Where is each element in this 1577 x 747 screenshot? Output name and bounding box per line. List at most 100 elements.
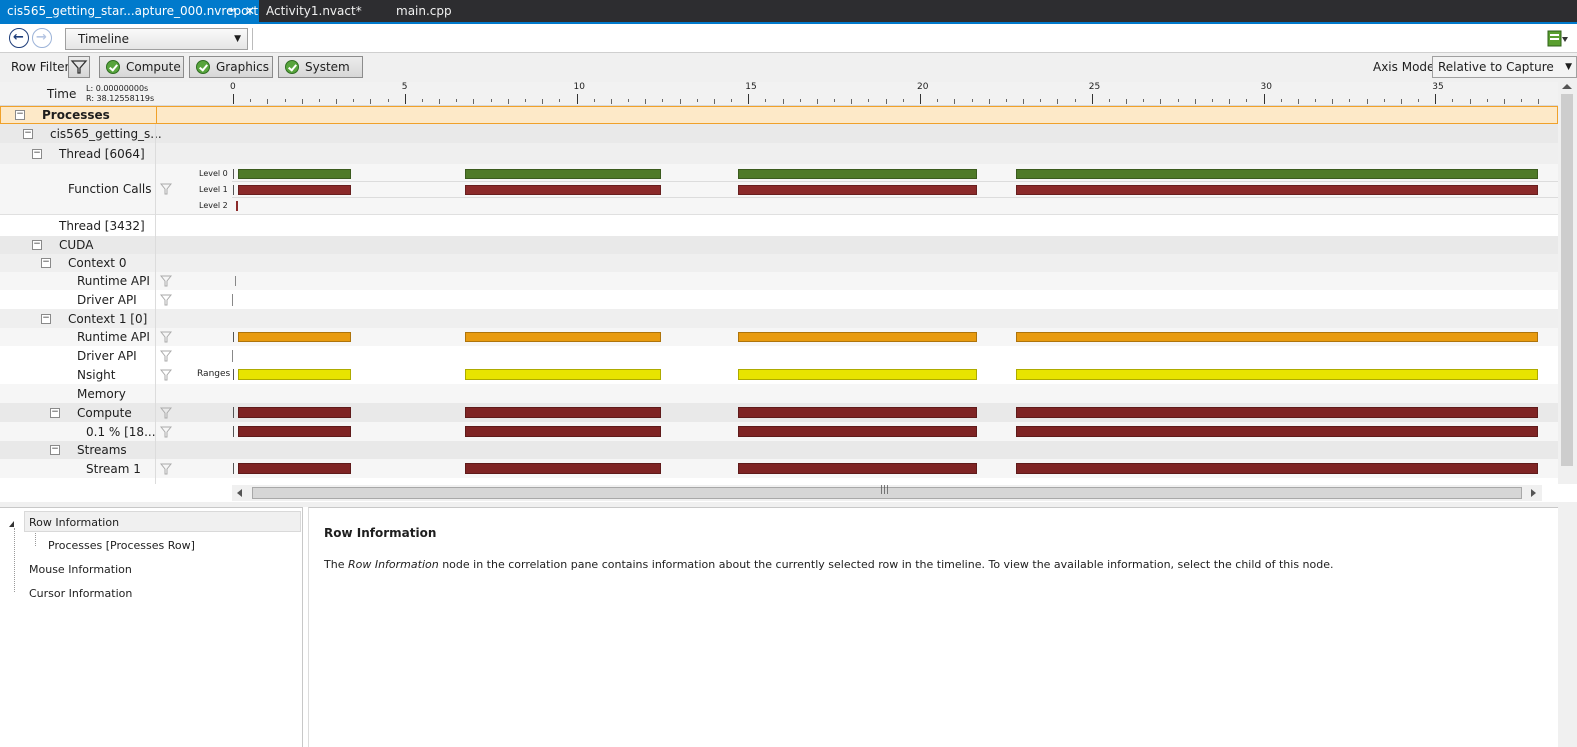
- tab-activity1[interactable]: Activity1.nvact*: [259, 0, 389, 22]
- nsight-bar[interactable]: [737, 369, 977, 380]
- tree-item-cursor-information[interactable]: Cursor Information: [29, 587, 132, 600]
- nsight-bar[interactable]: [238, 369, 352, 380]
- view-select[interactable]: Timeline ▼: [65, 28, 248, 50]
- horizontal-scrollbar[interactable]: |||: [232, 485, 1542, 501]
- ruler-minor-tick: [1108, 99, 1110, 102]
- row-context-1[interactable]: − Context 1 [0]: [0, 309, 1558, 328]
- funnel-icon[interactable]: [160, 406, 172, 420]
- tab-nvreport[interactable]: cis565_getting_star...apture_000.nvrepor…: [0, 0, 259, 22]
- function-bar[interactable]: [1016, 185, 1539, 195]
- funnel-icon[interactable]: [160, 330, 172, 344]
- funnel-icon[interactable]: [160, 425, 172, 439]
- row-thread-6064[interactable]: − Thread [6064]: [0, 143, 1558, 164]
- function-bar[interactable]: [464, 185, 661, 195]
- vertical-scrollbar[interactable]: [1558, 82, 1577, 484]
- collapse-toggle[interactable]: −: [32, 240, 42, 250]
- nsight-bar[interactable]: [464, 369, 661, 380]
- level0-bar[interactable]: [464, 169, 661, 179]
- level2-mark: [236, 201, 238, 211]
- row-label: Memory: [77, 386, 126, 401]
- filter-button[interactable]: [68, 56, 90, 78]
- runtime-bar[interactable]: [737, 332, 977, 342]
- collapse-toggle[interactable]: −: [41, 258, 51, 268]
- scroll-left-icon[interactable]: [237, 489, 242, 497]
- tree-item-row-information[interactable]: Row Information: [24, 511, 301, 532]
- kernel-bar[interactable]: [238, 463, 352, 474]
- level0-bar[interactable]: [238, 169, 352, 179]
- level-label: Level 0: [199, 169, 228, 178]
- axis-mode-select[interactable]: Relative to Capture ▼: [1432, 56, 1577, 78]
- level0-bar[interactable]: [737, 169, 977, 179]
- close-icon[interactable]: ✕: [245, 0, 255, 22]
- system-filter-button[interactable]: System: [278, 56, 363, 78]
- row-thread-3432[interactable]: Thread [3432]: [0, 215, 1558, 236]
- ruler-tick-label: 30: [1260, 82, 1272, 92]
- collapse-toggle[interactable]: −: [50, 445, 60, 455]
- ruler-ticks[interactable]: 0 5 10 15 20 25 30 35: [0, 82, 1558, 106]
- ruler-minor-tick: [1452, 99, 1454, 102]
- export-icon[interactable]: [1547, 29, 1569, 49]
- runtime-bar[interactable]: [1016, 332, 1539, 342]
- row-function-calls[interactable]: Function Calls Level 0 Level 1 Level 2: [0, 164, 1558, 215]
- funnel-icon[interactable]: [160, 182, 172, 196]
- info-scrollbar[interactable]: [1558, 507, 1577, 747]
- kernel-bar[interactable]: [238, 426, 352, 437]
- row-kernel[interactable]: 0.1 % [18...: [0, 422, 1558, 441]
- start-mark: [233, 407, 234, 418]
- collapse-toggle[interactable]: −: [15, 110, 25, 120]
- row-ctx1-runtime-api[interactable]: Runtime API: [0, 328, 1558, 346]
- kernel-bar[interactable]: [737, 426, 977, 437]
- funnel-icon[interactable]: [160, 368, 172, 382]
- kernel-bar[interactable]: [464, 407, 661, 418]
- tree-item-processes[interactable]: Processes [Processes Row]: [48, 539, 195, 552]
- row-compute[interactable]: − Compute: [0, 403, 1558, 422]
- forward-button[interactable]: →: [32, 28, 52, 48]
- kernel-bar[interactable]: [1016, 407, 1539, 418]
- vertical-scroll-thumb[interactable]: [1561, 94, 1573, 466]
- scroll-right-icon[interactable]: [1531, 489, 1536, 497]
- row-streams[interactable]: − Streams: [0, 441, 1558, 459]
- row-cuda[interactable]: − CUDA: [0, 236, 1558, 254]
- funnel-icon[interactable]: [160, 293, 172, 307]
- runtime-bar[interactable]: [238, 332, 352, 342]
- level0-bar[interactable]: [1016, 169, 1539, 179]
- funnel-icon[interactable]: [160, 274, 172, 288]
- row-ctx0-runtime-api[interactable]: Runtime API: [0, 272, 1558, 290]
- kernel-bar[interactable]: [464, 463, 661, 474]
- tree-item-mouse-information[interactable]: Mouse Information: [29, 563, 132, 576]
- collapse-toggle[interactable]: −: [41, 313, 51, 324]
- row-nsight[interactable]: Nsight Ranges: [0, 365, 1558, 384]
- kernel-bar[interactable]: [737, 407, 977, 418]
- scroll-up-icon[interactable]: [1562, 84, 1572, 89]
- kernel-bar[interactable]: [238, 407, 352, 418]
- row-process[interactable]: − cis565_getting_s...: [0, 124, 1558, 143]
- collapse-toggle[interactable]: −: [50, 407, 60, 418]
- kernel-bar[interactable]: [464, 426, 661, 437]
- function-bar[interactable]: [737, 185, 977, 195]
- row-ctx0-driver-api[interactable]: Driver API: [0, 290, 1558, 309]
- row-ctx1-driver-api[interactable]: Driver API: [0, 346, 1558, 365]
- function-bar[interactable]: [238, 185, 352, 195]
- expand-triangle-icon[interactable]: [9, 521, 14, 527]
- back-button[interactable]: ←: [9, 28, 29, 48]
- funnel-icon[interactable]: [160, 349, 172, 363]
- row-label: Driver API: [77, 292, 137, 307]
- nsight-bar[interactable]: [1016, 369, 1539, 380]
- horizontal-scroll-thumb[interactable]: |||: [252, 485, 1522, 499]
- tab-main-cpp[interactable]: main.cpp: [389, 0, 479, 22]
- row-processes[interactable]: − Processes: [0, 106, 1558, 124]
- kernel-bar[interactable]: [1016, 426, 1539, 437]
- row-context-0[interactable]: − Context 0: [0, 254, 1558, 272]
- kernel-bar[interactable]: [737, 463, 977, 474]
- graphics-filter-button[interactable]: Graphics: [189, 56, 273, 78]
- runtime-bar[interactable]: [464, 332, 661, 342]
- funnel-icon[interactable]: [160, 462, 172, 476]
- row-stream-1[interactable]: Stream 1: [0, 459, 1558, 478]
- ruler-minor-tick: [1486, 99, 1488, 102]
- compute-filter-button[interactable]: Compute: [99, 56, 184, 78]
- collapse-toggle[interactable]: −: [23, 128, 33, 139]
- kernel-bar[interactable]: [1016, 463, 1539, 474]
- pin-icon[interactable]: ⇸: [228, 0, 236, 22]
- collapse-toggle[interactable]: −: [32, 148, 42, 159]
- row-memory[interactable]: Memory: [0, 384, 1558, 403]
